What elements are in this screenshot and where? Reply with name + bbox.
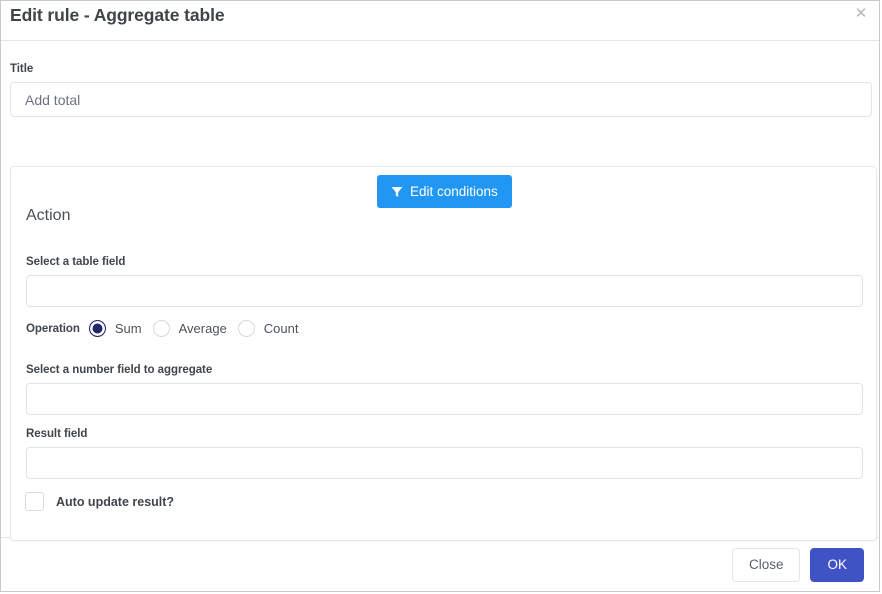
table-field-label: Select a table field (26, 256, 126, 268)
radio-label-sum: Sum (114, 321, 142, 336)
close-icon[interactable]: ✕ (851, 4, 871, 24)
table-field-group: Select a table field (26, 256, 863, 307)
action-section-heading: Action (26, 207, 71, 224)
auto-update-label: Auto update result? (56, 494, 175, 509)
radio-option-sum[interactable]: Sum (88, 320, 142, 337)
result-field-input[interactable] (26, 447, 863, 479)
operation-group: Operation Sum Average Count (26, 320, 310, 337)
number-field-input[interactable] (26, 383, 863, 415)
edit-conditions-button[interactable]: Edit conditions (377, 175, 512, 208)
operation-label: Operation (26, 322, 80, 335)
page-title: Edit rule - Aggregate table (10, 5, 225, 25)
dialog-body: Title Edit conditions Action Select a ta… (1, 41, 879, 541)
edit-rule-dialog: Edit rule - Aggregate table ✕ Title Edit… (0, 0, 880, 592)
number-field-group: Select a number field to aggregate (26, 364, 863, 415)
title-field-group: Title (10, 63, 872, 117)
filter-funnel-icon (391, 186, 403, 198)
edit-conditions-label: Edit conditions (410, 184, 498, 199)
result-field-group: Result field (26, 428, 863, 479)
close-button[interactable]: Close (731, 547, 801, 582)
number-field-label: Select a number field to aggregate (26, 364, 213, 376)
radio-label-average: Average (178, 321, 227, 336)
radio-dot-count (237, 320, 255, 337)
result-field-label: Result field (26, 428, 88, 440)
title-field-label: Title (10, 63, 34, 75)
dialog-header: Edit rule - Aggregate table ✕ (1, 1, 879, 41)
table-field-input[interactable] (26, 275, 863, 307)
dialog-footer: Close OK (1, 537, 879, 591)
ok-button[interactable]: OK (810, 547, 864, 582)
radio-option-average[interactable]: Average (152, 320, 227, 337)
radio-dot-average (152, 320, 170, 337)
action-card: Edit conditions Action Select a table fi… (10, 166, 877, 541)
title-input[interactable] (10, 82, 872, 117)
radio-label-count: Count (263, 321, 299, 336)
radio-dot-sum (88, 320, 106, 337)
auto-update-checkbox[interactable] (25, 492, 44, 511)
radio-option-count[interactable]: Count (237, 320, 299, 337)
auto-update-checkbox-row[interactable]: Auto update result? (25, 492, 174, 511)
